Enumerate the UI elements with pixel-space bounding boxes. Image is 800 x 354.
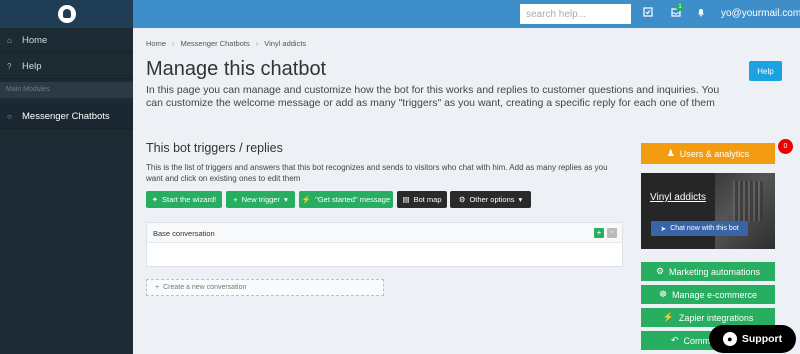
app-logo[interactable] bbox=[0, 0, 133, 28]
users-analytics-label: Users & analytics bbox=[679, 148, 750, 159]
top-bar: 1 yo@yourmail.com bbox=[0, 0, 800, 28]
support-label: Support bbox=[741, 333, 783, 345]
breadcrumb-separator: › bbox=[255, 39, 259, 48]
breadcrumb-current: Vinyl addicts bbox=[264, 39, 307, 48]
new-trigger-label: New trigger bbox=[241, 195, 280, 204]
base-conversation-panel: Base conversation + ▫ bbox=[146, 222, 623, 267]
chat-bubble-icon: ● bbox=[722, 332, 737, 346]
reply-icon: ↶ bbox=[671, 335, 679, 345]
users-analytics-button[interactable]: ♟ Users & analytics bbox=[641, 143, 775, 164]
chat-now-label: Chat now with this bot bbox=[670, 225, 739, 232]
breadcrumb: Home › Messenger Chatbots › Vinyl addict… bbox=[146, 39, 306, 48]
checklist-icon[interactable] bbox=[641, 7, 655, 21]
ecommerce-label: Manage e-commerce bbox=[672, 289, 758, 300]
add-trigger-icon[interactable]: + bbox=[594, 228, 604, 238]
start-wizard-label: Start the wizard! bbox=[162, 195, 217, 204]
caret-down-icon: ▾ bbox=[283, 195, 288, 204]
home-icon: ⌂ bbox=[7, 35, 12, 45]
sidebar: ⌂ Home ? Help Main Modules ○ Messenger C… bbox=[0, 28, 133, 354]
marketing-automations-button[interactable]: ⚙ Marketing automations bbox=[641, 262, 775, 281]
collapse-icon[interactable]: ▫ bbox=[607, 228, 617, 238]
users-count-badge: 0 bbox=[778, 139, 793, 154]
create-conversation-label: Create a new conversation bbox=[163, 284, 247, 291]
paper-plane-icon: ➤ bbox=[660, 225, 667, 233]
zapier-label: Zapier integrations bbox=[678, 312, 754, 323]
support-button[interactable]: ● Support bbox=[709, 325, 796, 353]
conversation-header: Base conversation + ▫ bbox=[147, 223, 622, 243]
get-started-message-button[interactable]: ⚡ "Get started" message bbox=[299, 191, 393, 208]
marketing-label: Marketing automations bbox=[669, 266, 761, 277]
question-icon: ? bbox=[7, 61, 12, 71]
help-button[interactable]: Help bbox=[749, 61, 782, 81]
sidebar-section-label: Main Modules bbox=[0, 82, 133, 98]
bell-icon[interactable] bbox=[694, 7, 708, 21]
chat-bubbles-icon: ○ bbox=[7, 111, 12, 121]
sidebar-item-home[interactable]: ⌂ Home bbox=[0, 28, 133, 53]
breadcrumb-separator: › bbox=[172, 39, 175, 48]
other-options-label: Other options bbox=[469, 195, 515, 204]
new-trigger-button[interactable]: + New trigger ▾ bbox=[226, 191, 295, 208]
chat-now-button[interactable]: ➤ Chat now with this bot bbox=[651, 221, 748, 236]
sidebar-item-label: Messenger Chatbots bbox=[22, 110, 110, 122]
sidebar-item-messenger-chatbots[interactable]: ○ Messenger Chatbots bbox=[0, 104, 133, 129]
bot-name-link[interactable]: Vinyl addicts bbox=[650, 192, 706, 203]
cart-icon: ☸ bbox=[658, 289, 668, 299]
search-input[interactable] bbox=[520, 4, 631, 24]
bot-map-label: Bot map bbox=[413, 195, 442, 204]
gears-icon: ⚙ bbox=[458, 195, 466, 204]
bot-cover-image bbox=[715, 173, 775, 249]
sidebar-item-help[interactable]: ? Help bbox=[0, 54, 133, 79]
triggers-description: This is the list of triggers and answers… bbox=[146, 163, 608, 183]
sidebar-item-label: Help bbox=[22, 60, 42, 72]
map-icon: ▤ bbox=[402, 195, 410, 204]
bolt-icon: ⚡ bbox=[301, 195, 312, 204]
manage-ecommerce-button[interactable]: ☸ Manage e-commerce bbox=[641, 285, 775, 304]
get-started-label: "Get started" message bbox=[315, 195, 391, 204]
user-email[interactable]: yo@yourmail.com bbox=[721, 8, 800, 19]
notification-badge: 1 bbox=[676, 3, 684, 11]
plus-icon: + bbox=[233, 195, 238, 204]
start-wizard-button[interactable]: ✦ Start the wizard! bbox=[146, 191, 222, 208]
magic-wand-icon: ✦ bbox=[151, 195, 159, 204]
users-icon: ♟ bbox=[666, 148, 675, 158]
triggers-title: This bot triggers / replies bbox=[146, 141, 283, 155]
plus-icon: + bbox=[155, 284, 160, 291]
bot-map-button[interactable]: ▤ Bot map bbox=[397, 191, 447, 208]
page-title: Manage this chatbot bbox=[146, 58, 327, 80]
page-description: In this page you can manage and customiz… bbox=[146, 84, 720, 109]
breadcrumb-home[interactable]: Home bbox=[146, 39, 166, 48]
create-conversation-button[interactable]: + Create a new conversation bbox=[146, 279, 384, 296]
sidebar-item-label: Home bbox=[22, 34, 48, 46]
gears-icon: ⚙ bbox=[655, 266, 665, 276]
bolt-icon: ⚡ bbox=[662, 312, 674, 322]
breadcrumb-messenger-chatbots[interactable]: Messenger Chatbots bbox=[181, 39, 250, 48]
bot-card: Vinyl addicts ➤ Chat now with this bot bbox=[641, 173, 775, 249]
conversation-title: Base conversation bbox=[153, 229, 215, 238]
caret-down-icon: ▾ bbox=[518, 195, 523, 204]
bot-logo-icon bbox=[57, 5, 76, 23]
other-options-button[interactable]: ⚙ Other options ▾ bbox=[450, 191, 531, 208]
